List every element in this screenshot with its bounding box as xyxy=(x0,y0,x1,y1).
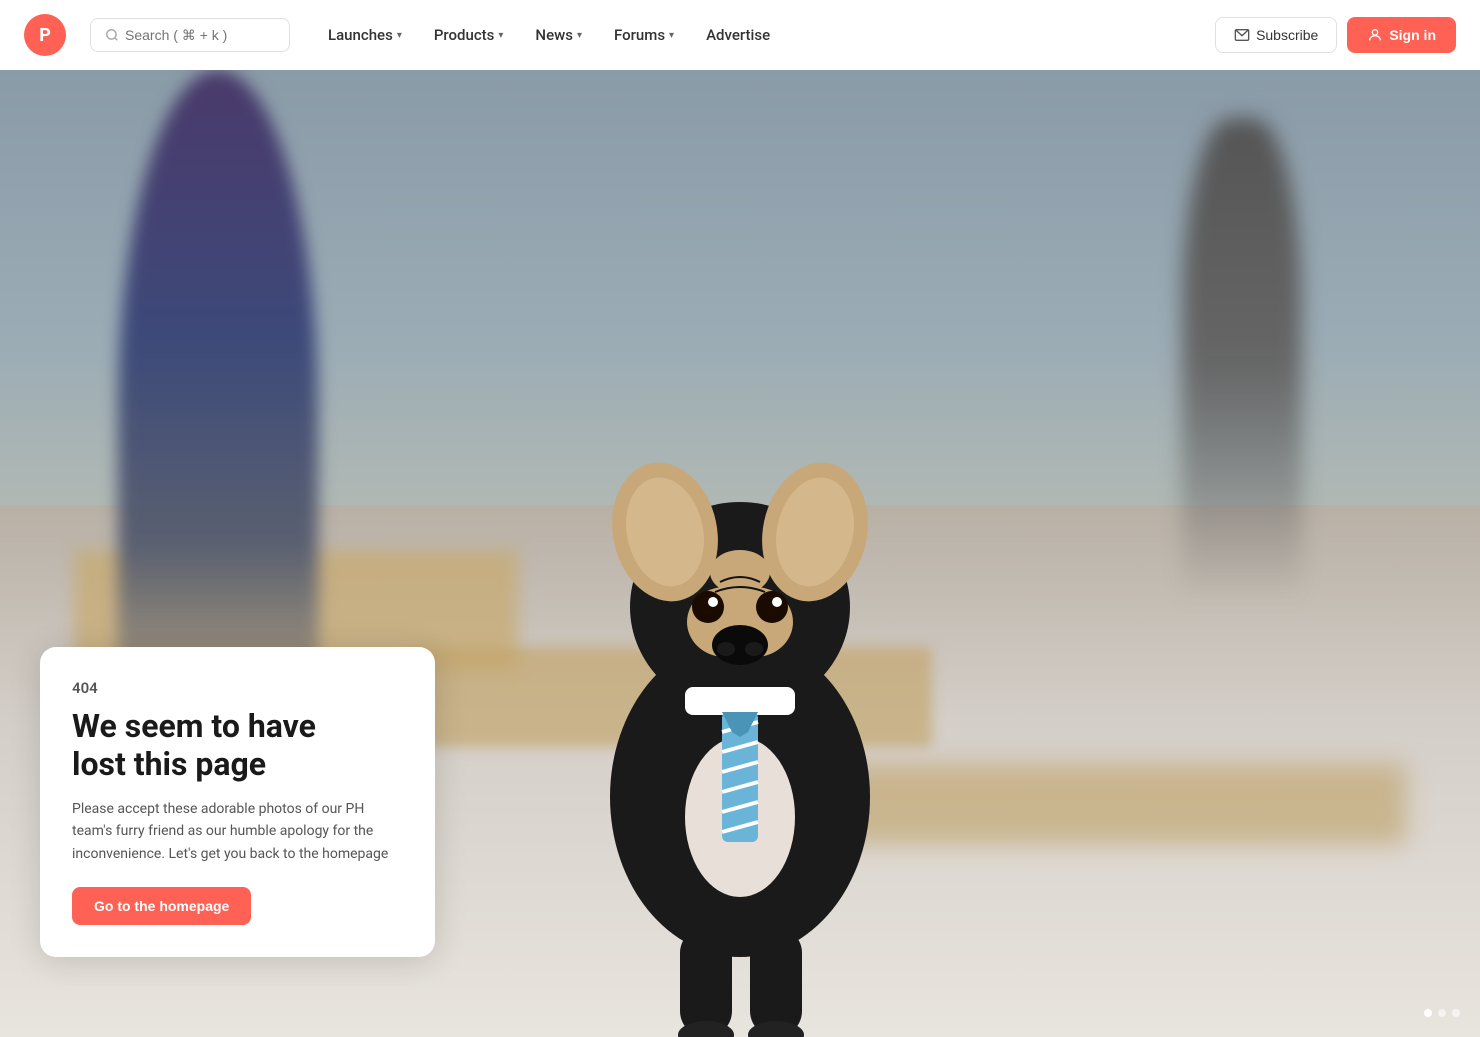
search-input[interactable] xyxy=(125,27,275,43)
indicator-dots xyxy=(1424,1009,1460,1017)
go-to-homepage-button[interactable]: Go to the homepage xyxy=(72,887,251,925)
logo[interactable]: P xyxy=(24,14,66,56)
error-code: 404 xyxy=(72,679,403,697)
navbar: P Launches ▾ Products ▾ News ▾ Forums ▾ … xyxy=(0,0,1480,70)
signin-button[interactable]: Sign in xyxy=(1347,17,1456,53)
nav-item-products[interactable]: Products ▾ xyxy=(420,18,518,52)
chevron-down-icon: ▾ xyxy=(669,30,674,41)
logo-letter: P xyxy=(39,25,51,46)
nav-item-advertise[interactable]: Advertise xyxy=(692,18,784,52)
chevron-down-icon: ▾ xyxy=(577,30,582,41)
nav-actions: Subscribe Sign in xyxy=(1215,17,1456,53)
dot-2 xyxy=(1438,1009,1446,1017)
chevron-down-icon: ▾ xyxy=(397,30,402,41)
nav-item-forums[interactable]: Forums ▾ xyxy=(600,18,688,52)
subscribe-button[interactable]: Subscribe xyxy=(1215,17,1337,53)
user-icon xyxy=(1367,27,1383,43)
error-description: Please accept these adorable photos of o… xyxy=(72,798,403,865)
search-box[interactable] xyxy=(90,18,290,52)
dog-image xyxy=(530,177,950,1037)
error-heading: We seem to have lost this page xyxy=(72,707,403,784)
chevron-down-icon: ▾ xyxy=(498,30,503,41)
nav-links: Launches ▾ Products ▾ News ▾ Forums ▾ Ad… xyxy=(314,18,1207,52)
nav-item-news[interactable]: News ▾ xyxy=(521,18,596,52)
envelope-icon xyxy=(1234,27,1250,43)
dot-3 xyxy=(1452,1009,1460,1017)
error-card: 404 We seem to have lost this page Pleas… xyxy=(40,647,435,957)
search-icon xyxy=(105,28,119,42)
dot-1 xyxy=(1424,1009,1432,1017)
nav-item-launches[interactable]: Launches ▾ xyxy=(314,18,416,52)
